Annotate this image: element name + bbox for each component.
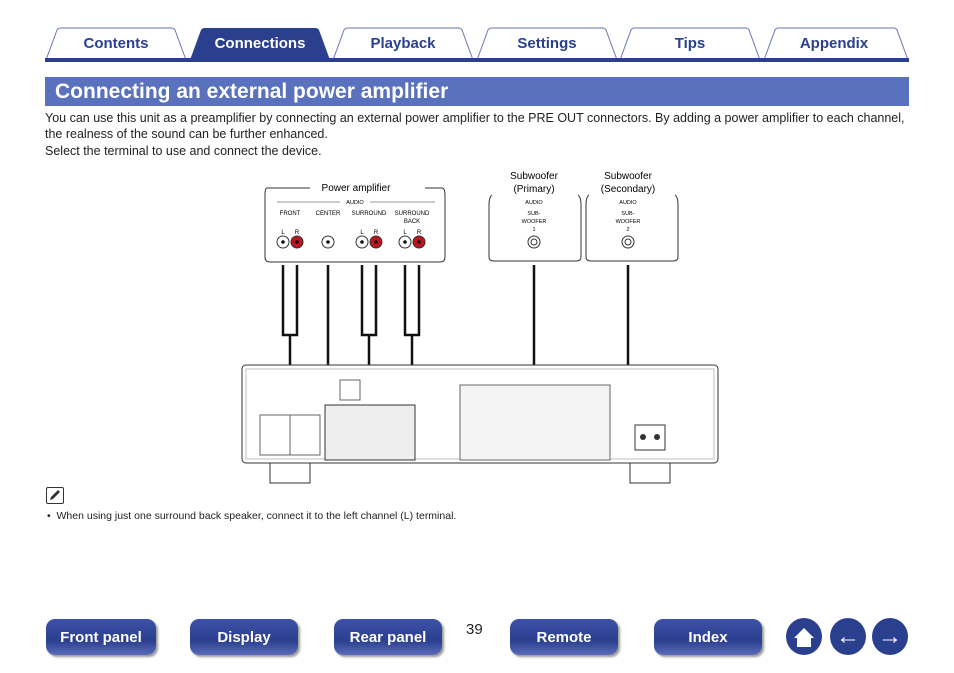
sub1-label-2: (Primary): [513, 184, 554, 195]
rear-panel-button[interactable]: Rear panel: [334, 619, 442, 655]
arrow-right-icon: →: [878, 622, 902, 650]
remote-button[interactable]: Remote: [510, 619, 618, 655]
rca-jack-center: [403, 240, 407, 244]
tab-label: Settings: [517, 35, 577, 52]
intro-text: You can use this unit as a preamplifier …: [45, 111, 905, 141]
l-label: L: [281, 230, 285, 236]
r-label: R: [417, 230, 422, 236]
instruction-text: Select the terminal to use and connect t…: [45, 144, 322, 158]
rca-jack-center: [295, 240, 299, 244]
tab-bar: Contents Connections Playback Settings T…: [45, 27, 909, 61]
rca-jack-center: [374, 240, 378, 244]
power-amp-label: Power amplifier: [322, 183, 392, 194]
tab-connections[interactable]: Connections: [189, 27, 331, 60]
connection-diagram: Power amplifier AUDIO FRONT CENTER SURRO…: [241, 171, 719, 484]
tab-tips[interactable]: Tips: [619, 27, 761, 60]
surround-back-label-2: BACK: [404, 219, 420, 225]
surround-label: SURROUND: [352, 211, 387, 217]
audio-label: AUDIO: [619, 200, 637, 206]
tab-settings[interactable]: Settings: [476, 27, 618, 60]
sub-label: SUB-: [527, 211, 540, 217]
tab-label: Appendix: [799, 35, 869, 52]
arrow-left-icon: ←: [836, 622, 860, 650]
l-label: L: [360, 230, 364, 236]
home-icon: [794, 627, 814, 647]
display-button[interactable]: Display: [190, 619, 298, 655]
note-text: When using just one surround back speake…: [56, 510, 457, 522]
l-label: L: [403, 230, 407, 236]
audio-label: AUDIO: [346, 200, 364, 206]
tab-appendix[interactable]: Appendix: [763, 27, 909, 60]
r-label: R: [295, 230, 300, 236]
r-label: R: [374, 230, 379, 236]
page-number: 39: [466, 621, 483, 638]
tab-rule: [45, 58, 909, 62]
tab-label: Connections: [214, 35, 306, 52]
sub2-label: Subwoofer: [604, 171, 652, 182]
home-button[interactable]: [786, 618, 822, 655]
pencil-note-icon: [46, 487, 64, 504]
center-label: CENTER: [316, 211, 341, 217]
forward-button[interactable]: →: [872, 618, 908, 655]
sub2-label-2: (Secondary): [601, 184, 655, 195]
tab-playback[interactable]: Playback: [332, 27, 474, 60]
subwoofer-primary: Subwoofer (Primary) AUDIO SUB- WOOFER 1: [488, 171, 582, 262]
rca-jack-center: [281, 240, 285, 244]
power-amplifier: Power amplifier AUDIO FRONT CENTER SURRO…: [264, 183, 446, 263]
front-panel-button[interactable]: Front panel: [46, 619, 156, 655]
tab-label: Playback: [370, 35, 436, 52]
front-label: FRONT: [280, 211, 301, 217]
page-title: Connecting an external power amplifier: [45, 77, 909, 106]
rca-jack-center: [360, 240, 364, 244]
tab-contents[interactable]: Contents: [45, 27, 187, 60]
sub1-label: Subwoofer: [510, 171, 558, 182]
surround-back-label: SURROUND: [395, 211, 430, 217]
receiver-rear-panel: [241, 364, 719, 484]
rca-jack-center: [417, 240, 421, 244]
back-button[interactable]: ←: [830, 618, 866, 655]
tab-label: Contents: [83, 35, 149, 52]
number-label: 2: [626, 227, 629, 233]
number-label: 1: [532, 227, 535, 233]
note-item: • When using just one surround back spea…: [47, 510, 457, 522]
woofer-label: WOOFER: [616, 219, 641, 225]
audio-label: AUDIO: [525, 200, 543, 206]
sub-label: SUB-: [621, 211, 634, 217]
subwoofer-secondary: Subwoofer (Secondary) AUDIO SUB- WOOFER …: [585, 171, 679, 262]
rca-jack-center: [326, 240, 330, 244]
woofer-label: WOOFER: [522, 219, 547, 225]
tab-label: Tips: [674, 35, 706, 52]
index-button[interactable]: Index: [654, 619, 762, 655]
